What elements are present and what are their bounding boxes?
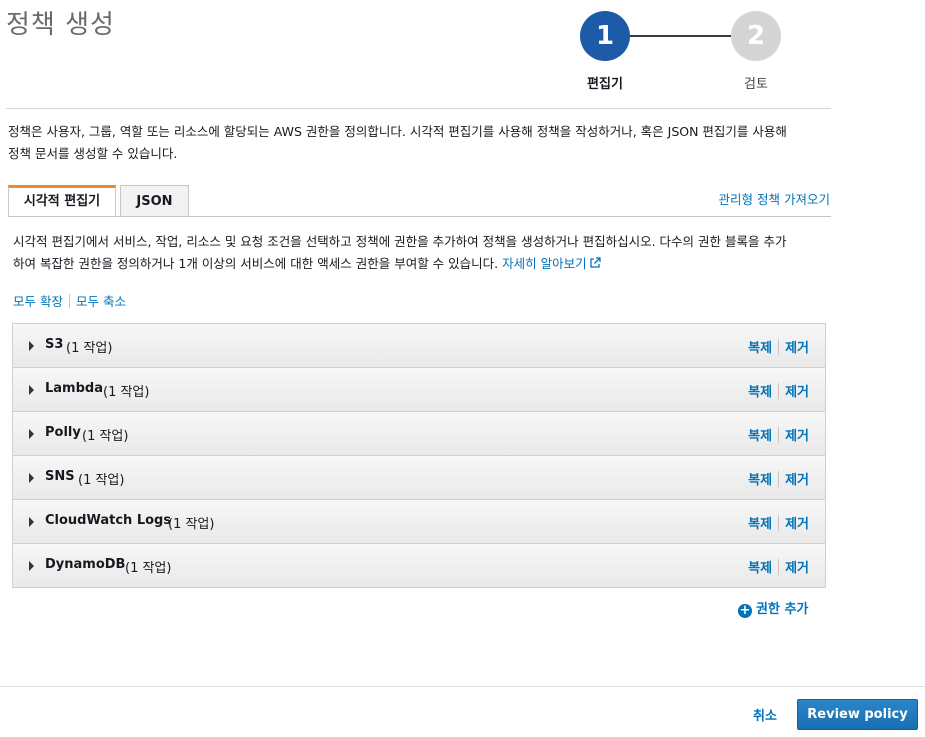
permission-block-lambda[interactable]: Lambda (1 작업) 복제 제거 bbox=[13, 368, 825, 412]
remove-button[interactable]: 제거 bbox=[785, 385, 809, 400]
permission-block-cloudwatch-logs[interactable]: CloudWatch Logs (1 작업) 복제 제거 bbox=[13, 500, 825, 544]
caret-right-icon[interactable] bbox=[29, 385, 34, 395]
tabs-divider bbox=[8, 216, 831, 217]
caret-right-icon[interactable] bbox=[29, 341, 34, 351]
row-actions: 복제 제거 bbox=[748, 513, 809, 532]
review-policy-button[interactable]: Review policy bbox=[797, 699, 918, 730]
caret-right-icon[interactable] bbox=[29, 517, 34, 527]
add-permission-label: 권한 추가 bbox=[756, 602, 809, 617]
row-actions: 복제 제거 bbox=[748, 381, 809, 400]
action-count: (1 작업) bbox=[82, 429, 129, 444]
visual-editor-description: 시각적 편집기에서 서비스, 작업, 리소스 및 요청 조건을 선택하고 정책에… bbox=[13, 231, 828, 275]
action-count: (1 작업) bbox=[78, 473, 125, 488]
service-name: Lambda bbox=[45, 381, 103, 396]
plus-circle-icon: + bbox=[738, 603, 752, 618]
tab-visual-editor[interactable]: 시각적 편집기 bbox=[8, 185, 116, 217]
remove-button[interactable]: 제거 bbox=[785, 429, 809, 444]
learn-more-link[interactable]: 자세히 알아보기 bbox=[502, 256, 601, 271]
import-managed-policy-link[interactable]: 관리형 정책 가져오기 bbox=[719, 189, 830, 208]
remove-button[interactable]: 제거 bbox=[785, 517, 809, 532]
duplicate-button[interactable]: 복제 bbox=[748, 517, 772, 532]
row-actions: 복제 제거 bbox=[748, 425, 809, 444]
policy-description-line-2: 정책 문서를 생성할 수 있습니다. bbox=[8, 146, 178, 161]
duplicate-button[interactable]: 복제 bbox=[748, 561, 772, 576]
divider bbox=[778, 515, 780, 531]
divider bbox=[778, 559, 780, 575]
row-actions: 복제 제거 bbox=[748, 469, 809, 488]
step-1-label: 편집기 bbox=[587, 77, 623, 92]
divider bbox=[778, 383, 780, 399]
learn-more-label: 자세히 알아보기 bbox=[502, 256, 587, 271]
visual-editor-description-line-2: 하여 복잡한 권한을 정의하거나 1개 이상의 서비스에 대한 액세스 권한을 … bbox=[13, 253, 828, 275]
row-actions: 복제 제거 bbox=[748, 557, 809, 576]
policy-description: 정책은 사용자, 그룹, 역할 또는 리소스에 할당되는 AWS 권한을 정의합… bbox=[8, 121, 833, 165]
visual-editor-description-line-1: 시각적 편집기에서 서비스, 작업, 리소스 및 요청 조건을 선택하고 정책에… bbox=[13, 234, 787, 249]
step-connector bbox=[630, 35, 731, 37]
permission-block-sns[interactable]: SNS (1 작업) 복제 제거 bbox=[13, 456, 825, 500]
divider bbox=[778, 339, 780, 355]
action-count: (1 작업) bbox=[103, 385, 150, 400]
row-actions: 복제 제거 bbox=[748, 337, 809, 356]
remove-button[interactable]: 제거 bbox=[785, 561, 809, 576]
duplicate-button[interactable]: 복제 bbox=[748, 473, 772, 488]
cancel-button[interactable]: 취소 bbox=[753, 705, 777, 724]
add-permission-button[interactable]: + 권한 추가 bbox=[738, 598, 808, 618]
visual-editor-description-text: 하여 복잡한 권한을 정의하거나 1개 이상의 서비스에 대한 액세스 권한을 … bbox=[13, 256, 499, 271]
permission-blocks: S3 (1 작업) 복제 제거 Lambda (1 작업) 복제 제거 Polly … bbox=[12, 323, 826, 588]
remove-button[interactable]: 제거 bbox=[785, 341, 809, 356]
tab-json[interactable]: JSON bbox=[120, 185, 189, 217]
policy-description-line-1: 정책은 사용자, 그룹, 역할 또는 리소스에 할당되는 AWS 권한을 정의합… bbox=[8, 124, 787, 139]
expand-collapse-controls: 모두 확장 모두 축소 bbox=[13, 291, 126, 310]
caret-right-icon[interactable] bbox=[29, 429, 34, 439]
expand-all-link[interactable]: 모두 확장 bbox=[13, 294, 63, 309]
permission-block-dynamodb[interactable]: DynamoDB (1 작업) 복제 제거 bbox=[13, 544, 825, 588]
divider bbox=[778, 427, 780, 443]
divider bbox=[778, 471, 780, 487]
step-1-indicator: 1 bbox=[580, 11, 630, 61]
service-name: DynamoDB bbox=[45, 557, 126, 572]
permission-block-polly[interactable]: Polly (1 작업) 복제 제거 bbox=[13, 412, 825, 456]
header-divider bbox=[6, 108, 831, 109]
external-link-icon bbox=[589, 257, 601, 268]
service-name: S3 bbox=[45, 337, 64, 352]
divider bbox=[68, 294, 70, 308]
service-name: SNS bbox=[45, 469, 75, 484]
caret-right-icon[interactable] bbox=[29, 473, 34, 483]
action-count: (1 작업) bbox=[125, 561, 172, 576]
permission-block-s3[interactable]: S3 (1 작업) 복제 제거 bbox=[13, 324, 825, 368]
remove-button[interactable]: 제거 bbox=[785, 473, 809, 488]
collapse-all-link[interactable]: 모두 축소 bbox=[76, 294, 126, 309]
page-title: 정책 생성 bbox=[6, 10, 115, 40]
service-name: CloudWatch Logs bbox=[45, 513, 172, 528]
duplicate-button[interactable]: 복제 bbox=[748, 429, 772, 444]
wizard-stepper: 1 2 편집기 검토 bbox=[580, 11, 781, 92]
footer-divider bbox=[0, 686, 925, 687]
step-2-label: 검토 bbox=[744, 77, 768, 92]
duplicate-button[interactable]: 복제 bbox=[748, 341, 772, 356]
service-name: Polly bbox=[45, 425, 81, 440]
duplicate-button[interactable]: 복제 bbox=[748, 385, 772, 400]
caret-right-icon[interactable] bbox=[29, 561, 34, 571]
action-count: (1 작업) bbox=[168, 517, 215, 532]
action-count: (1 작업) bbox=[66, 341, 113, 356]
step-2-indicator: 2 bbox=[731, 11, 781, 61]
